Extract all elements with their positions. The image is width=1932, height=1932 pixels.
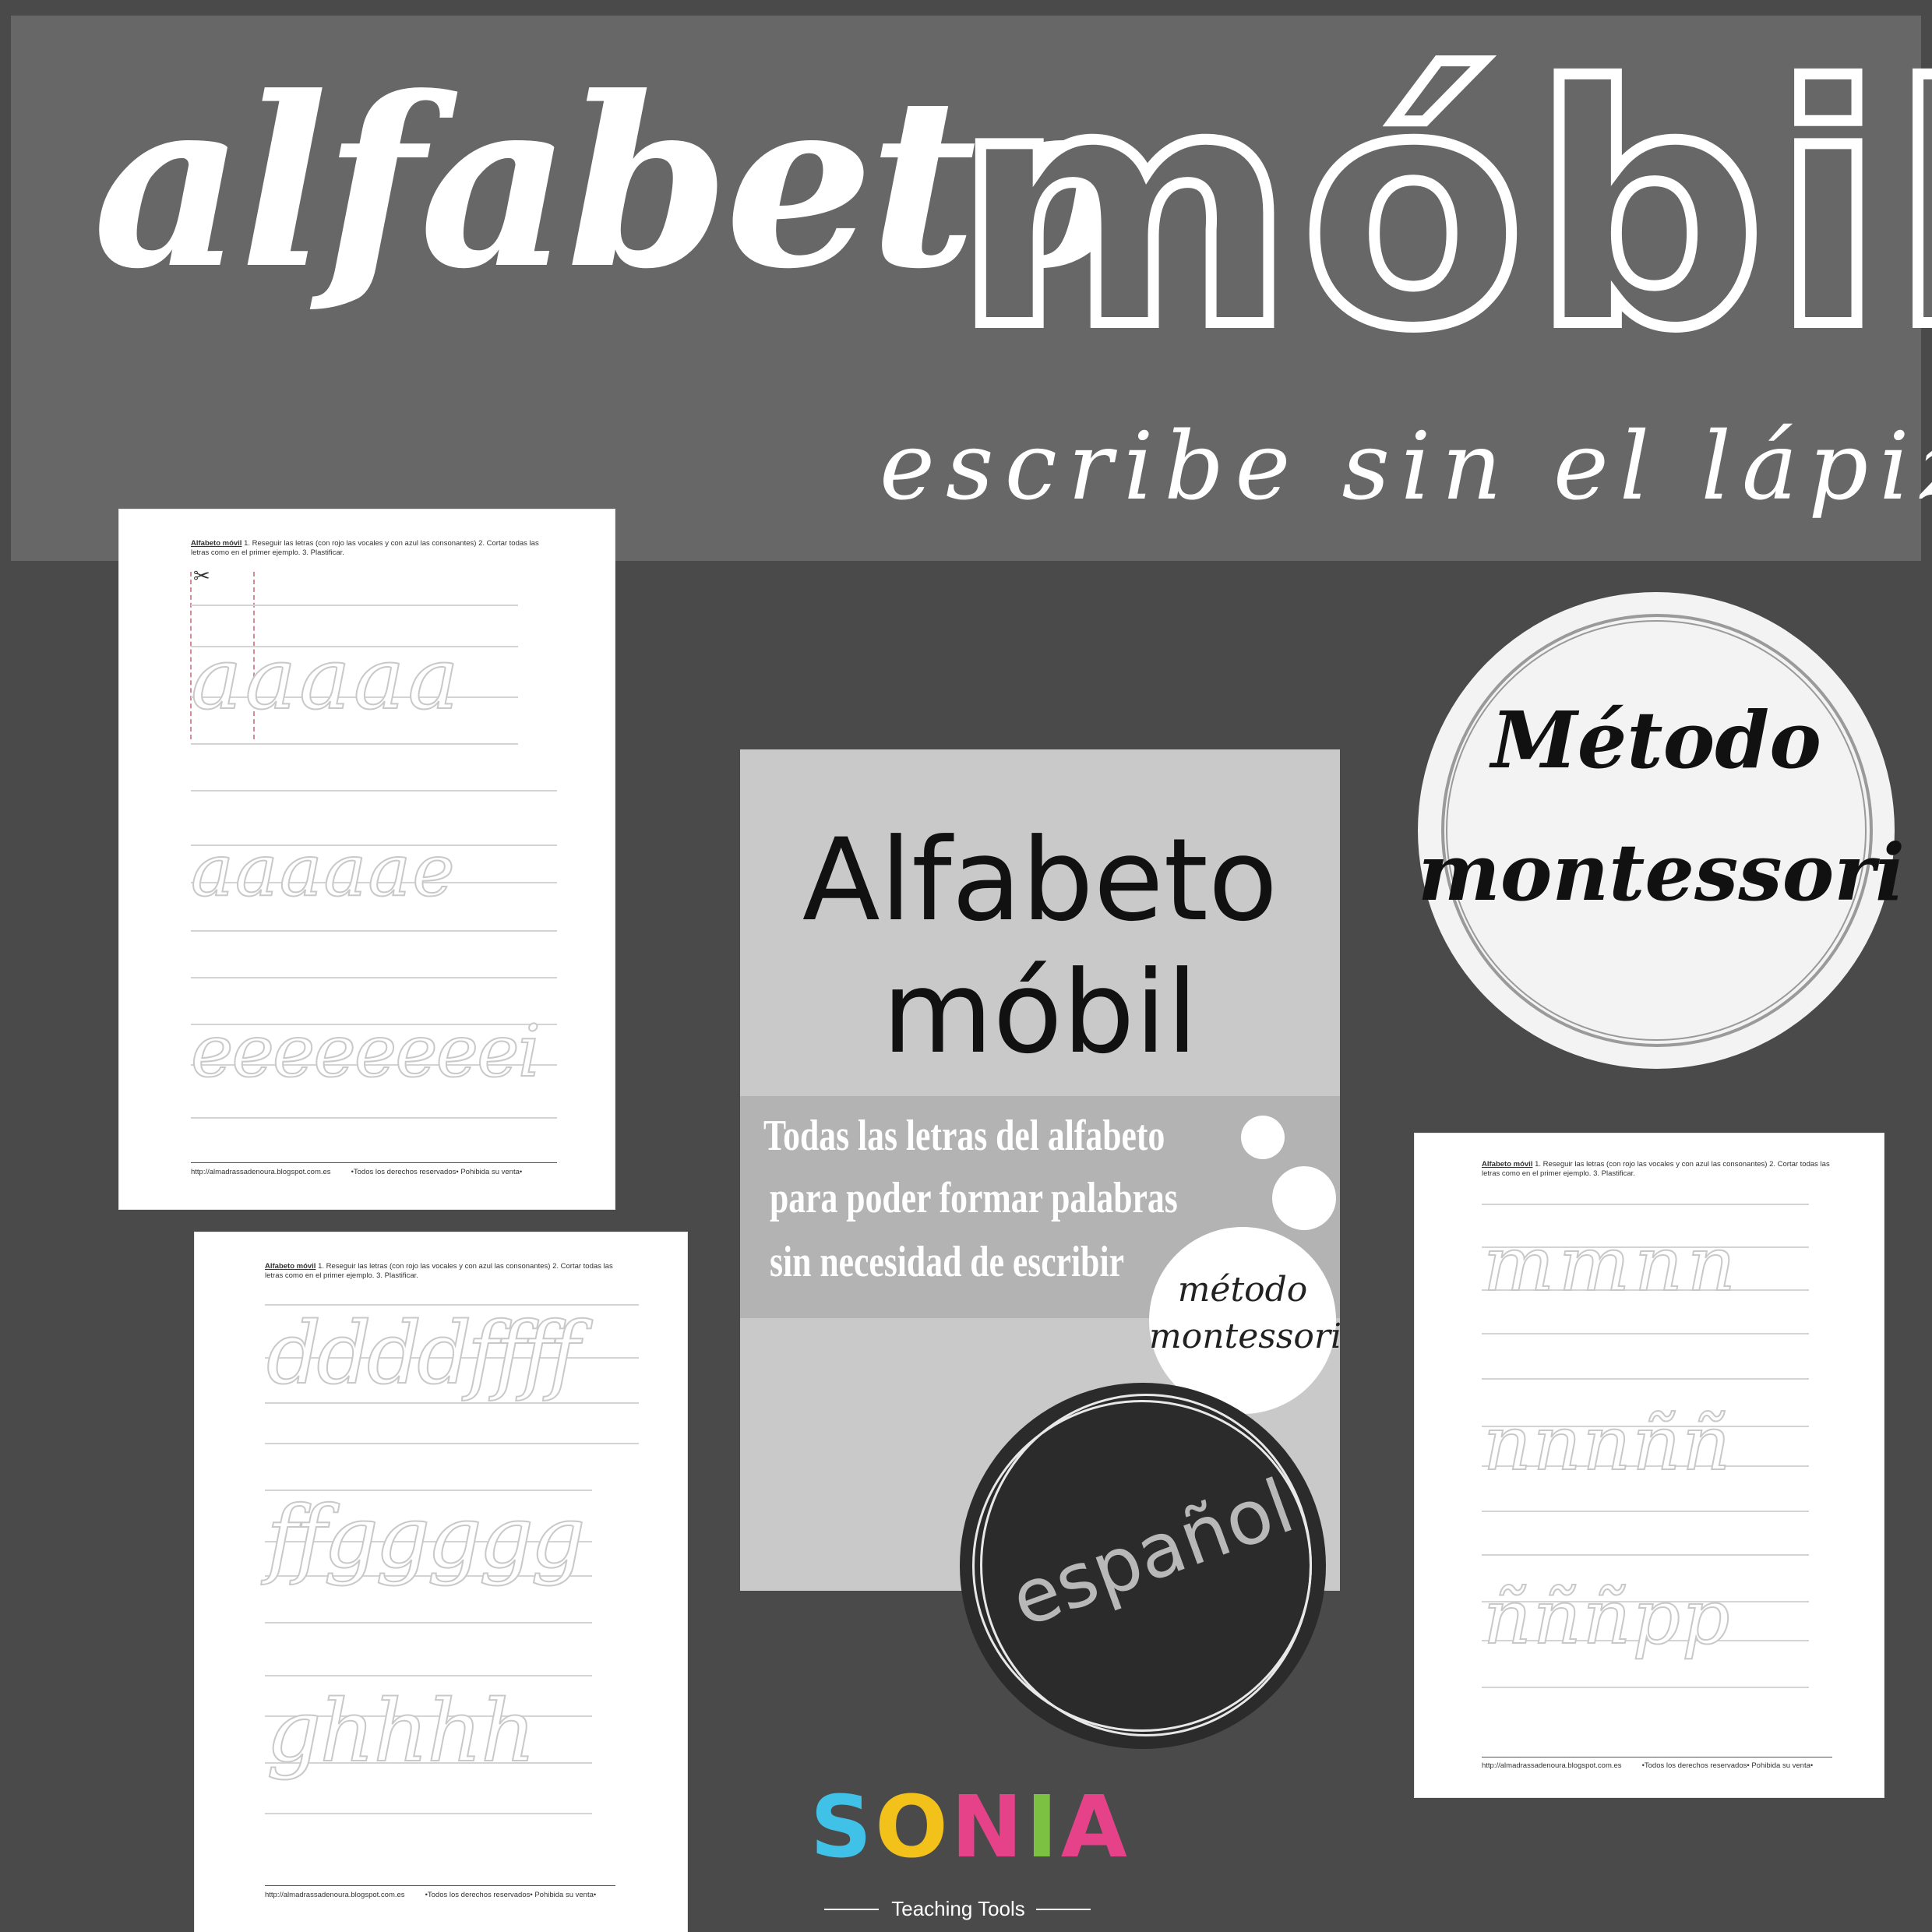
cover-title-line2: móbil <box>882 947 1198 1079</box>
worksheet-2: Alfabeto móvil 1. Reseguir las letras (c… <box>195 1232 687 1932</box>
montessori-line2: montessori <box>1418 827 1905 918</box>
worksheet-footer: http://almadrassadenoura.blogspot.com.es… <box>1482 1761 1814 1770</box>
title-block: móbil <box>948 19 1932 400</box>
montessori-line1: Método <box>1491 694 1821 786</box>
cover-text-line3: sin necesidad de escribir <box>770 1238 1124 1286</box>
worksheet-1: Alfabeto móvil 1. Reseguir las letras (c… <box>119 509 615 1209</box>
worksheet-instructions: Alfabeto móvil 1. Reseguir las letras (c… <box>265 1262 613 1280</box>
title-banner: alfabeto móbil escribe sin el lápiz <box>11 16 1932 561</box>
decor-bubble <box>1241 1116 1285 1159</box>
tracing-row: eeeeeeeei <box>190 1010 541 1093</box>
tracing-row: ñññpp <box>1482 1574 1732 1661</box>
tracing-row: aaaaae <box>190 829 457 912</box>
tracing-row: aaaaa <box>190 629 462 728</box>
worksheet-instructions: Alfabeto móvil 1. Reseguir las letras (c… <box>1482 1160 1830 1178</box>
tracing-row: ddddffff <box>266 1303 581 1403</box>
scissors-icon: ✂ <box>193 564 210 587</box>
tracing-row: mmnn <box>1482 1221 1740 1308</box>
cover-text-line2: para poder formar palabras <box>770 1174 1178 1222</box>
tracing-row: ffggggg <box>266 1487 587 1587</box>
subtitle: escribe sin el lápiz <box>880 413 1932 521</box>
tracing-row: ghhhh <box>266 1681 537 1781</box>
worksheet-3: Alfabeto móvil 1. Reseguir las letras (c… <box>1415 1133 1884 1797</box>
logo-wordmark: SONIA <box>810 1777 1130 1877</box>
cover-text-line1: Todas las letras del alfabeto <box>763 1112 1165 1160</box>
language-badge: español <box>960 1383 1326 1749</box>
worksheet-footer: http://almadrassadenoura.blogspot.com.es… <box>191 1168 523 1176</box>
cover-title-line1: Alfabeto <box>802 814 1278 947</box>
worksheet-instructions: Alfabeto móvil 1. Reseguir las letras (c… <box>191 539 539 557</box>
brand-logo: SONIA Teaching Tools <box>802 1784 1127 1924</box>
decor-bubble <box>1272 1166 1336 1230</box>
montessori-badge: Método montessori <box>1418 592 1905 1069</box>
tracing-row: nnnññ <box>1482 1400 1733 1487</box>
worksheet-footer: http://almadrassadenoura.blogspot.com.es… <box>265 1891 597 1899</box>
